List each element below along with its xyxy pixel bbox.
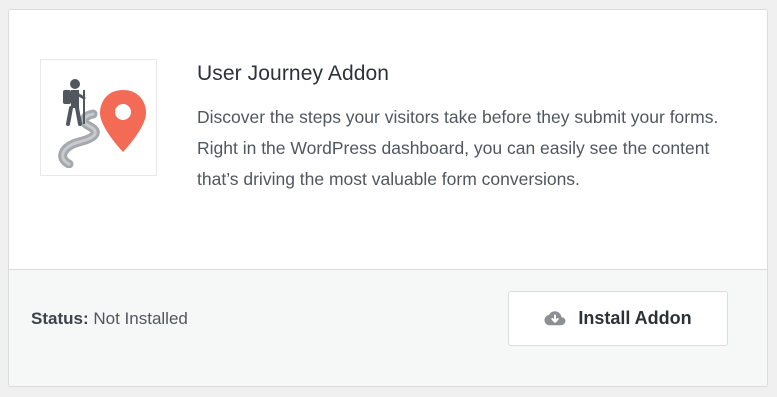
status-label: Status: xyxy=(31,309,89,328)
addon-card-body: User Journey Addon Discover the steps yo… xyxy=(9,10,767,270)
addon-status: Status: Not Installed xyxy=(31,308,188,330)
addon-title: User Journey Addon xyxy=(197,62,390,85)
install-addon-label: Install Addon xyxy=(578,308,692,328)
addon-description: Discover the steps your visitors take be… xyxy=(197,107,719,189)
status-value: Not Installed xyxy=(93,309,188,328)
addon-thumbnail xyxy=(40,59,157,176)
cloud-download-icon xyxy=(544,310,566,325)
hiker-map-pin-icon xyxy=(57,78,146,168)
install-addon-button[interactable]: Install Addon xyxy=(508,291,728,346)
